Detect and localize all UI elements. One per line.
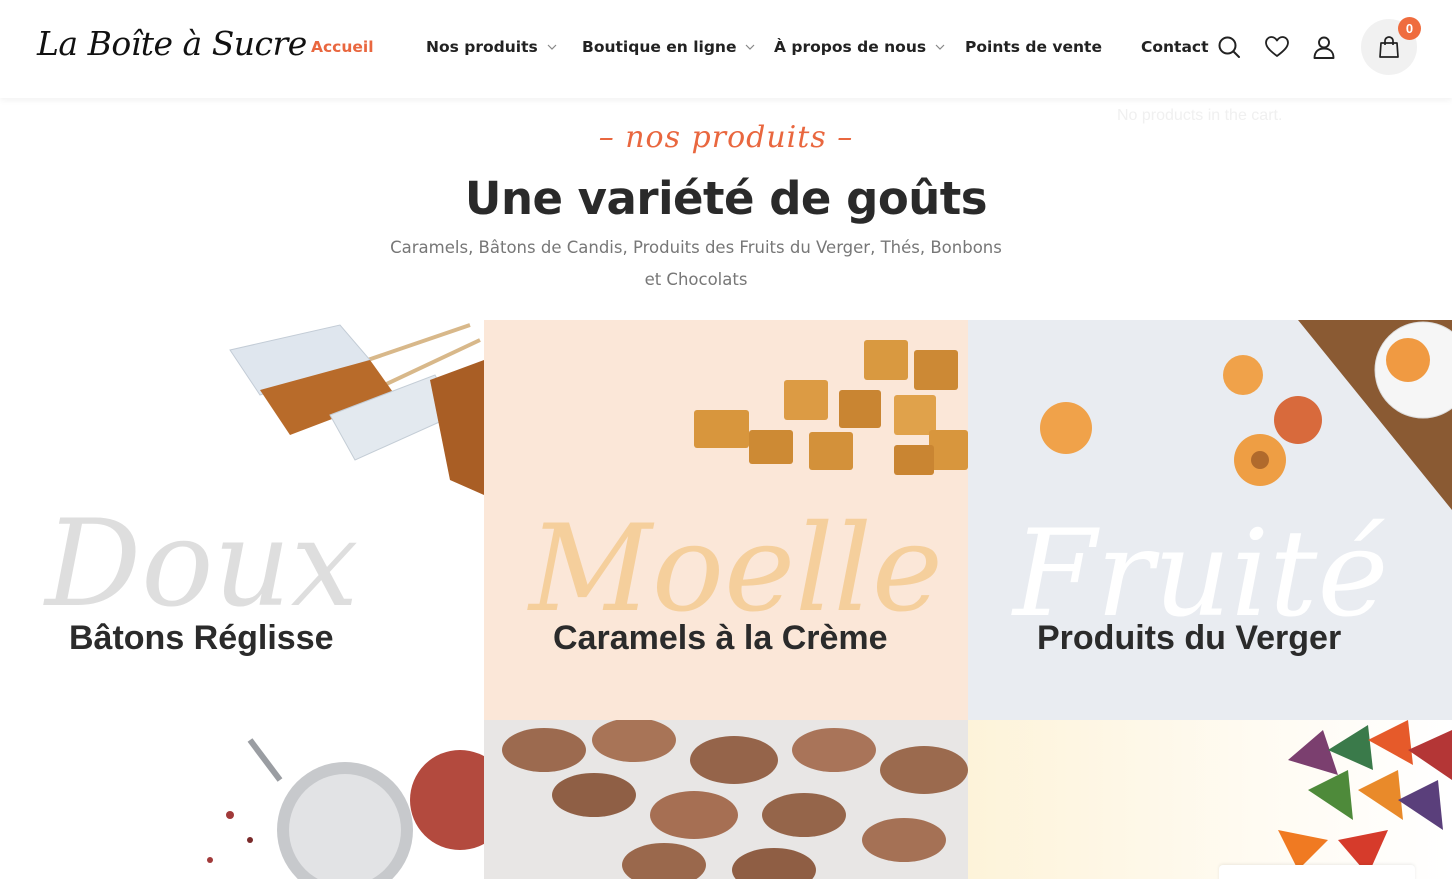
category-tile-batons[interactable]: Doux Bâtons Réglisse [0, 320, 484, 720]
search-icon[interactable] [1216, 34, 1242, 60]
nav-item-accueil[interactable]: Accueil [311, 38, 374, 56]
cart-count-badge: 0 [1398, 17, 1421, 40]
chevron-down-icon [746, 44, 755, 50]
user-icon[interactable] [1311, 34, 1337, 60]
nav-item-points-de-vente[interactable]: Points de vente [965, 38, 1102, 56]
section-title: Une variété de goûts [464, 172, 988, 225]
tea-strainer-image [207, 738, 484, 879]
floating-panel [1219, 865, 1415, 879]
category-tile-caramels[interactable]: Moelle Caramels à la Crème [484, 320, 968, 720]
nav-item-boutique[interactable]: Boutique en ligne [582, 38, 756, 56]
candies-image [1278, 720, 1452, 875]
apricots-image [1040, 320, 1452, 510]
heart-icon[interactable] [1264, 34, 1290, 60]
nav-item-label: Accueil [311, 38, 374, 56]
tile-script-word: Fruité [1013, 505, 1389, 644]
nav-item-label: Points de vente [965, 38, 1102, 56]
cocoa-beans-image [502, 720, 968, 879]
nav-item-label: Boutique en ligne [582, 38, 737, 56]
chevron-down-icon [935, 44, 945, 50]
bag-icon [1379, 36, 1399, 58]
nav-item-label: À propos de nous [774, 38, 927, 56]
tile-script-word: Moelle [529, 500, 943, 639]
tile-script-word: Doux [45, 495, 359, 634]
category-tile-thes[interactable] [0, 720, 484, 879]
tile-label: Caramels à la Crème [553, 619, 888, 657]
category-tile-bonbons[interactable] [968, 720, 1452, 879]
tile-label: Produits du Verger [1037, 619, 1342, 657]
site-logo[interactable]: La Boîte à Sucre [37, 24, 307, 63]
category-tile-verger[interactable]: Fruité Produits du Verger [968, 320, 1452, 720]
section-subtitle: Caramels, Bâtons de Candis, Produits des… [390, 238, 1002, 289]
nav-item-contact[interactable]: Contact [1141, 38, 1209, 56]
nav-item-a-propos[interactable]: À propos de nous [774, 38, 946, 56]
rock-candy-image [229, 323, 484, 495]
section-eyebrow: – nos produits – [598, 120, 854, 155]
nav-item-label: Nos produits [426, 38, 538, 56]
chevron-down-icon [547, 44, 557, 50]
category-tile-chocolats[interactable] [484, 720, 968, 879]
caramels-image [694, 340, 968, 475]
nav-item-label: Contact [1141, 38, 1209, 56]
tile-label: Bâtons Réglisse [69, 619, 334, 657]
site-header: La Boîte à Sucre Accueil Nos produits Bo… [0, 0, 1452, 98]
nav-item-nos-produits[interactable]: Nos produits [426, 38, 558, 56]
